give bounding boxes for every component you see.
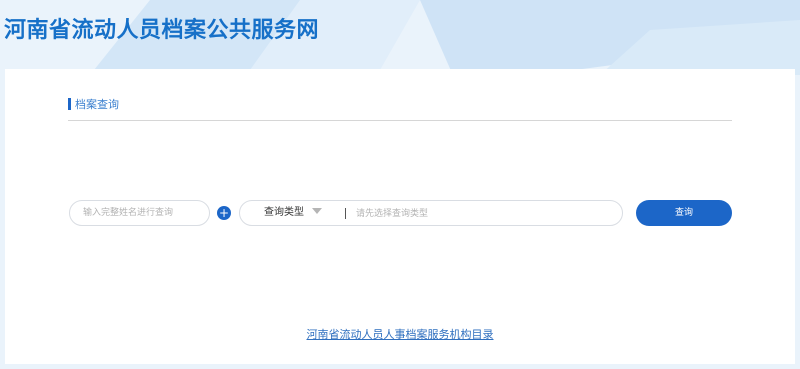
section-header: 档案查询 bbox=[68, 96, 732, 121]
query-type-label: 查询类型 bbox=[264, 207, 304, 218]
name-search-input[interactable] bbox=[69, 200, 210, 226]
chevron-down-icon bbox=[312, 208, 322, 214]
query-type-input[interactable] bbox=[354, 202, 613, 226]
add-condition-icon[interactable]: + bbox=[217, 206, 231, 220]
query-type-box: 查询类型 bbox=[239, 200, 623, 226]
site-header: 河南省流动人员档案公共服务网 bbox=[0, 0, 800, 68]
section-title: 档案查询 bbox=[75, 98, 119, 111]
directory-link[interactable]: 河南省流动人员人事档案服务机构目录 bbox=[5, 326, 795, 342]
search-button[interactable]: 查询 bbox=[636, 200, 732, 226]
query-type-dropdown[interactable]: 查询类型 bbox=[264, 201, 322, 225]
divider bbox=[345, 208, 346, 219]
query-panel: 档案查询 + 查询类型 查询 河南省流动人员人事档案服务机构目录 bbox=[5, 69, 795, 364]
section-accent-bar bbox=[68, 98, 71, 110]
site-title: 河南省流动人员档案公共服务网 bbox=[4, 18, 320, 43]
